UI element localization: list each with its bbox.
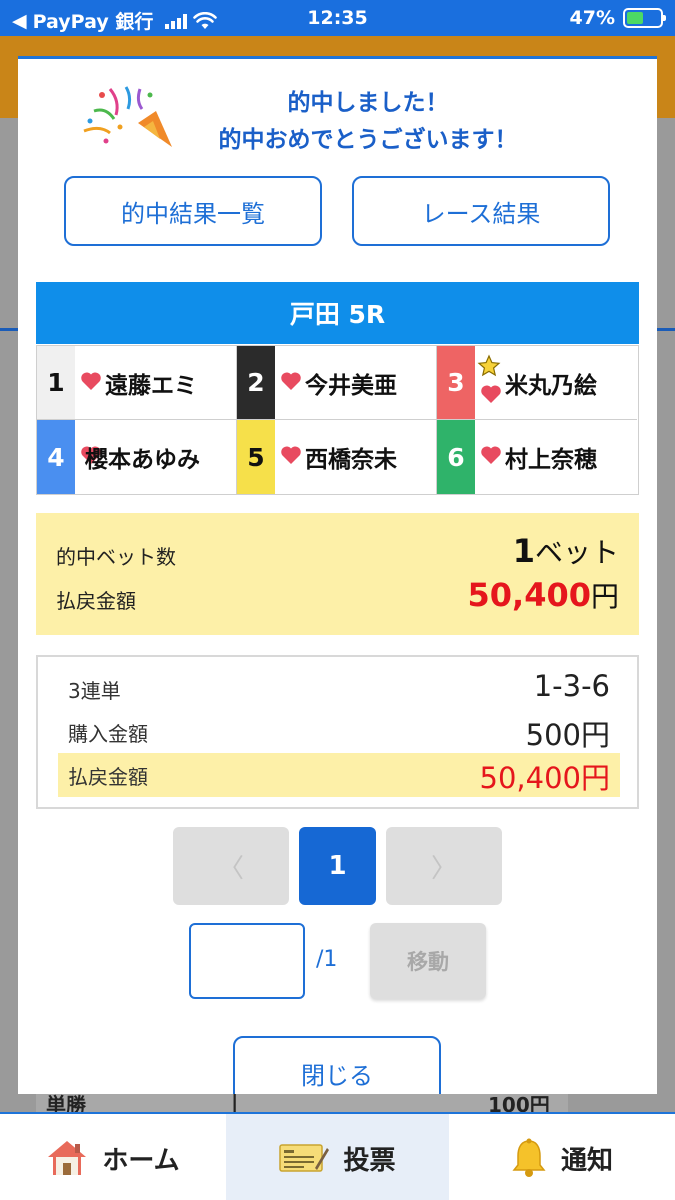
racer-name: 村上奈穂 bbox=[505, 447, 597, 473]
battery-percent: 47% bbox=[569, 7, 615, 29]
bet-detail: 3連単 1-3-6 購入金額 500円 払戻金額 50,400円 bbox=[36, 655, 639, 809]
racer-3: 3 米丸乃絵 bbox=[437, 346, 637, 420]
tab-home[interactable]: ホーム bbox=[0, 1114, 226, 1200]
detail-payout-value: 50,400円 bbox=[479, 761, 610, 795]
tab-vote-label: 投票 bbox=[343, 1145, 396, 1176]
page-total: /1 bbox=[316, 947, 338, 972]
detail-payout-row: 払戻金額 50,400円 bbox=[58, 753, 620, 797]
payout-amount: 50,400 bbox=[467, 576, 591, 614]
racer-name: 今井美亜 bbox=[305, 372, 397, 399]
hit-bets-label: 的中ベット数 bbox=[56, 545, 176, 569]
purchase-label: 購入金額 bbox=[68, 722, 148, 746]
racer-1: 1 遠藤エミ bbox=[37, 346, 237, 420]
racer-4: 4 櫻本あゆみ bbox=[37, 420, 237, 494]
hit-bets-unit: ベット bbox=[534, 536, 619, 569]
tab-home-label: ホーム bbox=[102, 1145, 180, 1176]
bottom-tab-bar: ホーム 投票 通知 bbox=[0, 1112, 675, 1200]
congrats-banner: 的中しました！ 的中おめでとうございます！ bbox=[18, 81, 657, 161]
bet-type-row: 3連単 1-3-6 bbox=[58, 667, 620, 707]
hit-list-button[interactable]: 的中結果一覧 bbox=[64, 176, 322, 246]
purchase-row: 購入金額 500円 bbox=[58, 710, 620, 752]
race-result-button[interactable]: レース結果 bbox=[352, 176, 610, 246]
heart-icon[interactable] bbox=[79, 369, 103, 393]
tab-notify-label: 通知 bbox=[560, 1145, 613, 1176]
purchase-value: 500円 bbox=[525, 718, 610, 752]
racer-6: 6 村上奈穂 bbox=[437, 420, 637, 494]
bet-combination: 1-3-6 bbox=[533, 669, 610, 703]
current-page-button[interactable]: 1 bbox=[299, 827, 376, 905]
racer-number: 1 bbox=[37, 346, 75, 419]
ticket-icon bbox=[279, 1144, 330, 1172]
payout-unit: 円 bbox=[590, 580, 619, 613]
star-icon bbox=[477, 354, 501, 377]
racer-grid: 1 遠藤エミ 2 今井美亜 3 米丸乃絵 4 櫻本あゆみ 5 西橋奈未 6 村上… bbox=[36, 345, 639, 495]
hit-result-modal: 的中しました！ 的中おめでとうございます！ 的中結果一覧 レース結果 戸田 5R… bbox=[18, 56, 657, 1094]
heart-icon[interactable] bbox=[279, 443, 303, 467]
payout-value: 50,400円 bbox=[468, 575, 620, 615]
close-button[interactable]: 閉じる bbox=[233, 1036, 441, 1094]
racer-name: 櫻本あゆみ bbox=[85, 447, 200, 473]
heart-icon[interactable] bbox=[479, 382, 503, 406]
racer-number: 5 bbox=[237, 420, 275, 494]
race-title: 戸田 5R bbox=[36, 282, 639, 344]
bet-type: 3連単 bbox=[68, 679, 121, 703]
hit-bets-count: 1 bbox=[512, 532, 535, 570]
racer-number: 2 bbox=[237, 346, 275, 419]
hit-summary: 的中ベット数 1ベット 払戻金額 50,400円 bbox=[36, 513, 639, 635]
heart-icon[interactable] bbox=[279, 369, 303, 393]
racer-name: 米丸乃絵 bbox=[505, 372, 597, 399]
racer-number: 6 bbox=[437, 420, 475, 494]
racer-number: 4 bbox=[37, 420, 75, 494]
party-popper-icon bbox=[83, 86, 172, 147]
racer-2: 2 今井美亜 bbox=[237, 346, 437, 420]
tab-vote[interactable]: 投票 bbox=[226, 1114, 449, 1200]
congrats-line-2: 的中おめでとうございます！ bbox=[218, 127, 518, 153]
detail-payout-label: 払戻金額 bbox=[68, 765, 148, 789]
racer-name: 遠藤エミ bbox=[105, 372, 197, 399]
payout-label: 払戻金額 bbox=[56, 589, 136, 613]
racer-5: 5 西橋奈未 bbox=[237, 420, 437, 494]
tab-notify[interactable]: 通知 bbox=[449, 1114, 675, 1200]
hit-bets-value: 1ベット bbox=[513, 531, 619, 571]
battery-icon bbox=[623, 8, 666, 28]
move-button[interactable]: 移動 bbox=[370, 923, 486, 999]
page-number-input[interactable] bbox=[189, 923, 305, 999]
congrats-line-1: 的中しました！ bbox=[287, 90, 449, 116]
heart-icon[interactable] bbox=[479, 443, 503, 467]
racer-number: 3 bbox=[437, 346, 475, 419]
prev-page-button[interactable]: 〈 bbox=[173, 827, 289, 905]
racer-name: 西橋奈未 bbox=[305, 447, 397, 473]
status-bar: ◀ PayPay 銀行 12:35 47% bbox=[0, 0, 675, 36]
house-icon bbox=[48, 1141, 87, 1175]
bell-icon bbox=[512, 1138, 546, 1177]
next-page-button[interactable]: 〉 bbox=[386, 827, 502, 905]
